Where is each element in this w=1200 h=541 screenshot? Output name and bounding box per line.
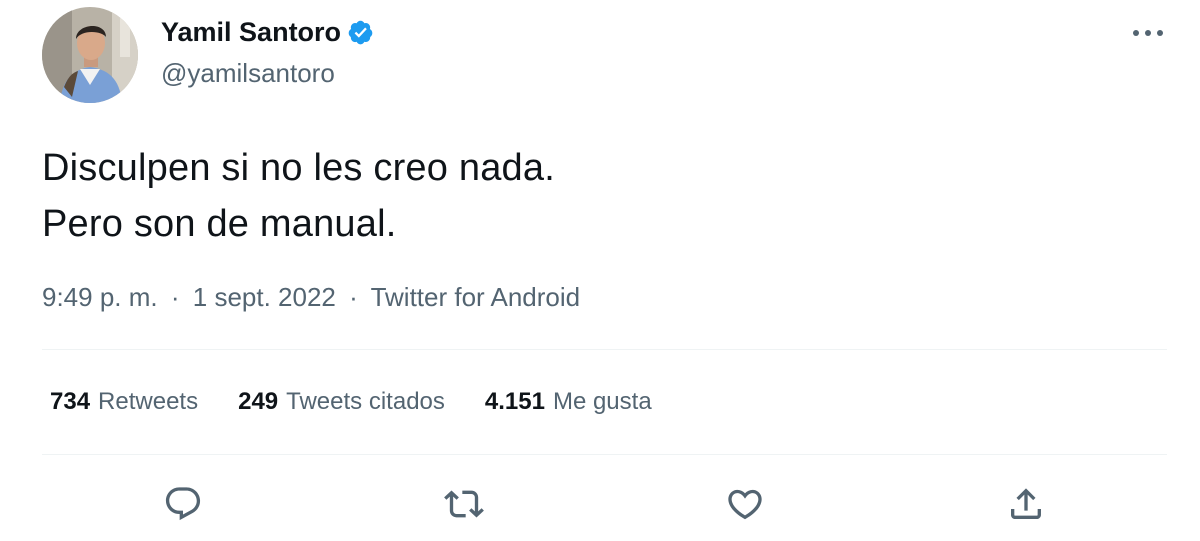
reply-icon[interactable]: [161, 482, 205, 526]
stat-count: 4.151: [484, 388, 545, 415]
tweet-date[interactable]: 1 sept. 2022: [193, 282, 336, 312]
avatar-photo: [42, 7, 138, 103]
tweet-time[interactable]: 9:49 p. m.: [42, 282, 158, 312]
tweet-actions: [0, 482, 1200, 526]
stat-count: 249: [238, 388, 279, 415]
quote-tweets-stat[interactable]: 249 Tweets citados: [238, 385, 445, 419]
tweet-text-line: Pero son de manual.: [42, 203, 397, 245]
author-name-row: Yamil Santoro: [161, 14, 374, 50]
retweets-stat[interactable]: 734 Retweets: [50, 385, 198, 419]
tweet-meta: 9:49 p. m. · 1 sept. 2022 · Twitter for …: [42, 280, 580, 314]
author-handle[interactable]: @yamilsantoro: [161, 58, 335, 88]
stat-label: Me gusta: [552, 388, 652, 415]
like-icon[interactable]: [723, 482, 767, 526]
meta-separator: ·: [170, 282, 180, 312]
tweet-text-line: Disculpen si no les creo nada.: [42, 147, 555, 189]
tweet-source[interactable]: Twitter for Android: [371, 282, 581, 312]
more-options-icon[interactable]: [1130, 18, 1166, 48]
divider: [42, 454, 1167, 455]
retweet-icon[interactable]: [442, 482, 486, 526]
divider: [42, 349, 1167, 350]
stat-label: Retweets: [98, 388, 199, 415]
stat-label: Tweets citados: [286, 388, 445, 415]
likes-stat[interactable]: 4.151 Me gusta: [485, 385, 652, 419]
stat-count: 734: [50, 388, 91, 415]
tweet-stats: 734 Retweets 249 Tweets citados 4.151 Me…: [50, 385, 652, 419]
avatar[interactable]: [42, 7, 138, 103]
author-display-name[interactable]: Yamil Santoro: [161, 14, 341, 50]
verified-badge-icon: [347, 19, 374, 46]
share-icon[interactable]: [1004, 482, 1048, 526]
meta-separator: ·: [349, 282, 358, 312]
tweet-text: Disculpen si no les creo nada. Pero son …: [42, 140, 555, 252]
